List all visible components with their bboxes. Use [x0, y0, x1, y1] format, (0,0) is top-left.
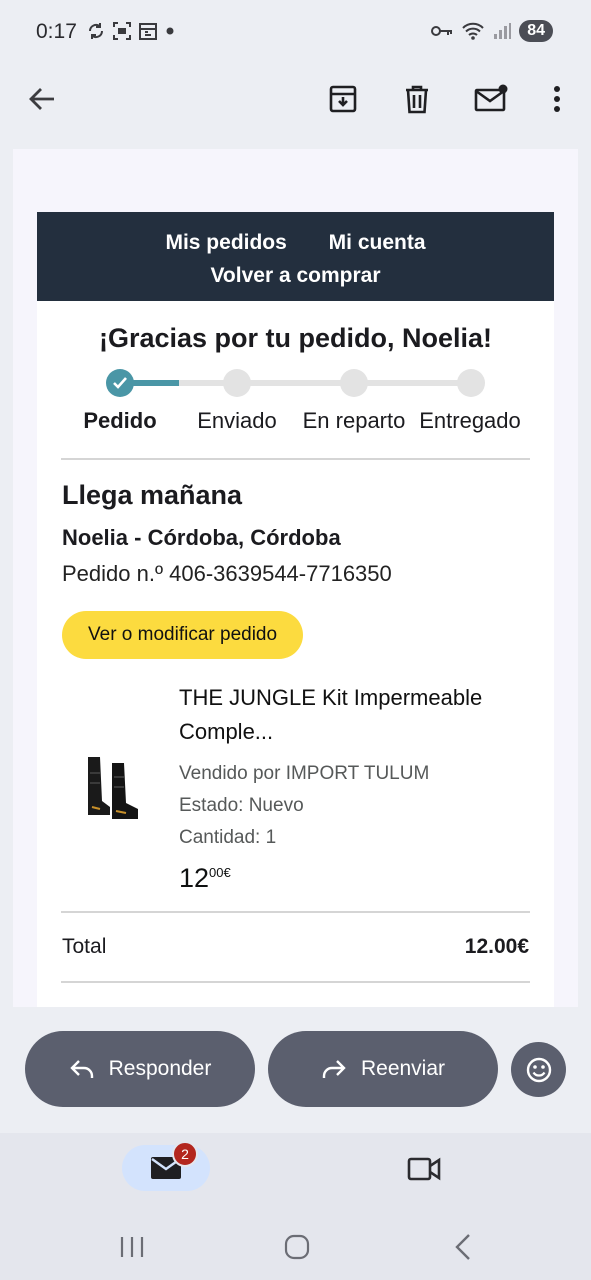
- forward-label: Reenviar: [360, 1057, 446, 1080]
- step-label-out-for-delivery: En reparto: [302, 408, 406, 433]
- status-time: 0:17: [36, 20, 77, 43]
- product-item: THE JUNGLE Kit Impermeable Comple... Ven…: [62, 681, 529, 911]
- forward-button[interactable]: Reenviar: [268, 1031, 498, 1107]
- view-order-button[interactable]: Ver o modificar pedido: [62, 611, 304, 659]
- order-number: Pedido n.º 406-3639544-7716350: [62, 561, 392, 586]
- recent-apps-icon: [120, 1237, 144, 1257]
- forward-icon: [322, 1060, 346, 1078]
- email-nav-band: Mis pedidos Mi cuenta Volver a comprar: [37, 212, 554, 301]
- product-seller: Vendido por IMPORT TULUM: [179, 763, 430, 784]
- arrow-back-icon: [29, 88, 54, 110]
- wifi-icon: [462, 22, 484, 40]
- product-quantity: Cantidad: 1: [179, 827, 277, 848]
- arrival-heading: Llega mañana: [62, 480, 243, 510]
- step-label-ordered: Pedido: [83, 408, 157, 433]
- product-price: 1200€: [179, 863, 539, 894]
- smiley-icon: [526, 1057, 551, 1082]
- archive-button[interactable]: [321, 77, 365, 121]
- step-label-shipped: Enviado: [197, 408, 277, 433]
- reply-actions: Responder Reenviar: [0, 1031, 591, 1109]
- chevron-left-icon: [455, 1234, 470, 1260]
- step-dot-shipped: [223, 369, 251, 397]
- reply-icon: [69, 1060, 93, 1078]
- divider: [61, 981, 530, 983]
- status-icons-left: [86, 21, 176, 41]
- system-navigation: [0, 1213, 591, 1280]
- mark-unread-button[interactable]: [469, 77, 513, 121]
- dot-icon: [166, 27, 174, 35]
- trash-icon: [406, 85, 428, 114]
- product-condition: Estado: Nuevo: [179, 795, 304, 816]
- back-button[interactable]: [20, 77, 64, 121]
- step-label-delivered: Entregado: [419, 408, 521, 433]
- sync-icon: [88, 23, 104, 39]
- home-button[interactable]: [277, 1227, 317, 1267]
- nav-mail-tab[interactable]: 2: [122, 1141, 210, 1191]
- video-camera-icon: [407, 1157, 441, 1181]
- step-dot-ordered: [106, 369, 134, 397]
- step-dot-delivered: [457, 369, 485, 397]
- delete-button[interactable]: [395, 77, 439, 121]
- nav-meet-tab[interactable]: [404, 1151, 444, 1187]
- product-image[interactable]: [82, 753, 146, 823]
- calendar-icon: [139, 23, 157, 40]
- check-icon: [113, 377, 127, 389]
- signal-icon: [494, 23, 512, 39]
- status-bar: 0:17 84: [0, 0, 591, 64]
- order-tracker: Pedido Enviado En reparto Entregado: [37, 368, 554, 458]
- bottom-navigation: 2: [0, 1133, 591, 1213]
- more-vert-icon: [554, 86, 560, 112]
- price-whole: 12: [179, 863, 210, 893]
- divider: [61, 458, 530, 460]
- battery-level: 84: [519, 20, 553, 42]
- reply-button[interactable]: Responder: [25, 1031, 255, 1107]
- shipping-address: Noelia - Córdoba, Córdoba: [62, 525, 341, 550]
- key-icon: [431, 26, 453, 36]
- total-label: Total: [62, 935, 107, 958]
- order-email-content: Mis pedidos Mi cuenta Volver a comprar ¡…: [37, 212, 554, 1007]
- thanks-heading: ¡Gracias por tu pedido, Noelia!: [98, 323, 493, 353]
- total-row: Total 12.00€: [62, 913, 529, 981]
- total-value: 12.00€: [464, 935, 529, 958]
- more-options-button[interactable]: [535, 77, 579, 121]
- step-dot-out-for-delivery: [340, 369, 368, 397]
- my-account-link[interactable]: Mi cuenta: [329, 231, 426, 254]
- email-body: Mis pedidos Mi cuenta Volver a comprar ¡…: [13, 149, 578, 1007]
- my-orders-link[interactable]: Mis pedidos: [165, 231, 286, 254]
- recent-apps-button[interactable]: [112, 1227, 152, 1267]
- product-title[interactable]: THE JUNGLE Kit Impermeable Comple...: [179, 681, 539, 749]
- mail-unread-icon: [474, 84, 508, 112]
- buy-again-link[interactable]: Volver a comprar: [210, 264, 380, 287]
- home-icon: [284, 1234, 310, 1260]
- screenshot-icon: [113, 22, 131, 40]
- product-title-line2: Comple...: [179, 719, 274, 744]
- reply-label: Responder: [108, 1057, 212, 1080]
- system-back-button[interactable]: [443, 1227, 483, 1267]
- emoji-reaction-button[interactable]: [511, 1042, 566, 1097]
- status-icons-right: 84: [431, 20, 553, 42]
- unread-badge: 2: [172, 1141, 198, 1167]
- product-title-line1: THE JUNGLE Kit Impermeable: [179, 685, 483, 710]
- price-fraction: 00€: [209, 865, 231, 880]
- archive-icon: [329, 85, 357, 113]
- app-bar: [0, 64, 591, 136]
